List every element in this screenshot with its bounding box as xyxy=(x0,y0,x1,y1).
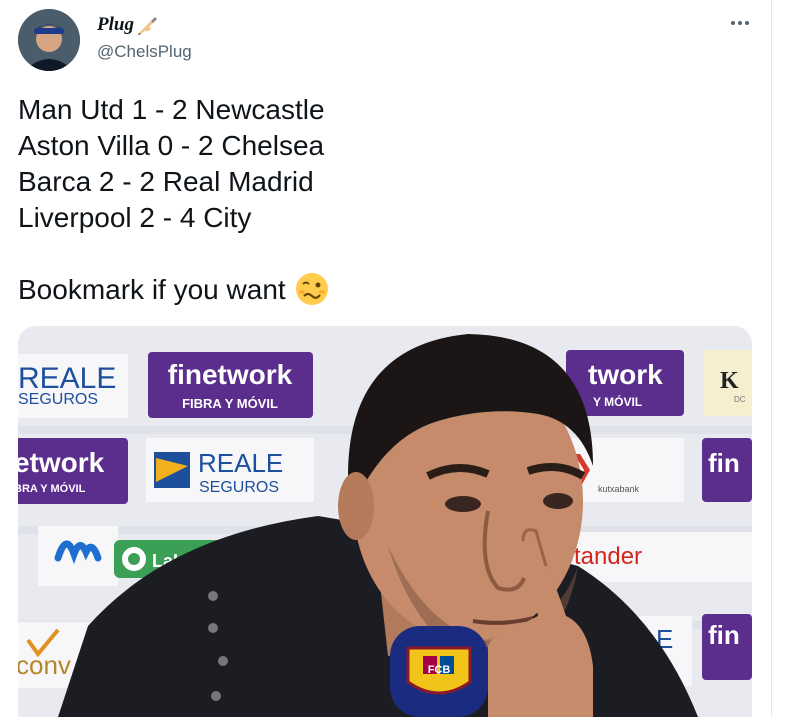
svg-text:REALE: REALE xyxy=(198,448,283,478)
user-handle[interactable]: @ChelsPlug xyxy=(97,42,192,62)
more-options-icon[interactable] xyxy=(727,10,753,36)
sponsor-kutxabank: kutxabank xyxy=(566,438,684,502)
svg-text:K: K xyxy=(720,368,739,394)
microphone-icon: FCB xyxy=(390,626,488,717)
svg-text:Y MÓVIL: Y MÓVIL xyxy=(593,394,642,409)
tweet-closing-line: Bookmark if you want xyxy=(18,272,330,308)
timeline-divider xyxy=(771,0,772,717)
tweet-line: Aston Villa 0 - 2 Chelsea xyxy=(18,130,325,161)
sponsor-reale-mid: REALE SEGUROS xyxy=(146,438,314,502)
writing-hand-icon xyxy=(137,17,157,35)
tweet-media-image[interactable]: REALE SEGUROS finetwork FIBRA Y MÓVIL tw… xyxy=(18,326,752,717)
sponsor-k-top: K DC xyxy=(704,350,752,416)
tweet-line: Barca 2 - 2 Real Madrid xyxy=(18,166,314,197)
display-name-text: Plug xyxy=(97,14,134,35)
svg-text:twork: twork xyxy=(588,359,663,390)
svg-text:SEGUROS: SEGUROS xyxy=(18,391,98,408)
svg-text:etwork: etwork xyxy=(18,447,105,478)
svg-text:conv: conv xyxy=(18,650,71,680)
svg-text:fin: fin xyxy=(708,448,740,478)
press-conference-photo: REALE SEGUROS finetwork FIBRA Y MÓVIL tw… xyxy=(18,326,752,717)
tweet-line: Liverpool 2 - 4 City xyxy=(18,202,252,233)
tweet-line: Man Utd 1 - 2 Newcastle xyxy=(18,94,325,125)
tweet-text: Man Utd 1 - 2 Newcastle Aston Villa 0 - … xyxy=(18,92,330,308)
sponsor-movistar xyxy=(38,526,118,586)
svg-text:BRA Y MÓVIL: BRA Y MÓVIL xyxy=(18,482,86,495)
sponsor-finetwork-top: finetwork FIBRA Y MÓVIL xyxy=(148,352,313,418)
sponsor-etwork-mid: etwork BRA Y MÓVIL xyxy=(18,438,128,504)
svg-text:SEGUROS: SEGUROS xyxy=(199,479,279,496)
avatar[interactable] xyxy=(18,9,80,71)
svg-text:FCB: FCB xyxy=(428,664,451,676)
svg-text:FIBRA Y MÓVIL: FIBRA Y MÓVIL xyxy=(182,396,278,411)
sponsor-reale-top: REALE SEGUROS xyxy=(18,354,128,418)
display-name[interactable]: Plug xyxy=(97,14,159,36)
svg-text:kutxabank: kutxabank xyxy=(598,484,640,494)
sponsor-fin-bottom: fin xyxy=(702,614,752,680)
woozy-face-emoji-icon xyxy=(295,273,328,305)
tweet-closing-text: Bookmark if you want xyxy=(18,274,286,305)
sponsor-fin-mid: fin xyxy=(702,438,752,502)
sponsor-santander: tander xyxy=(568,532,752,582)
svg-text:fin: fin xyxy=(708,620,740,650)
svg-text:DC: DC xyxy=(734,395,746,404)
svg-text:tander: tander xyxy=(574,543,642,570)
avatar-photo xyxy=(18,9,80,71)
svg-text:finetwork: finetwork xyxy=(168,359,293,390)
